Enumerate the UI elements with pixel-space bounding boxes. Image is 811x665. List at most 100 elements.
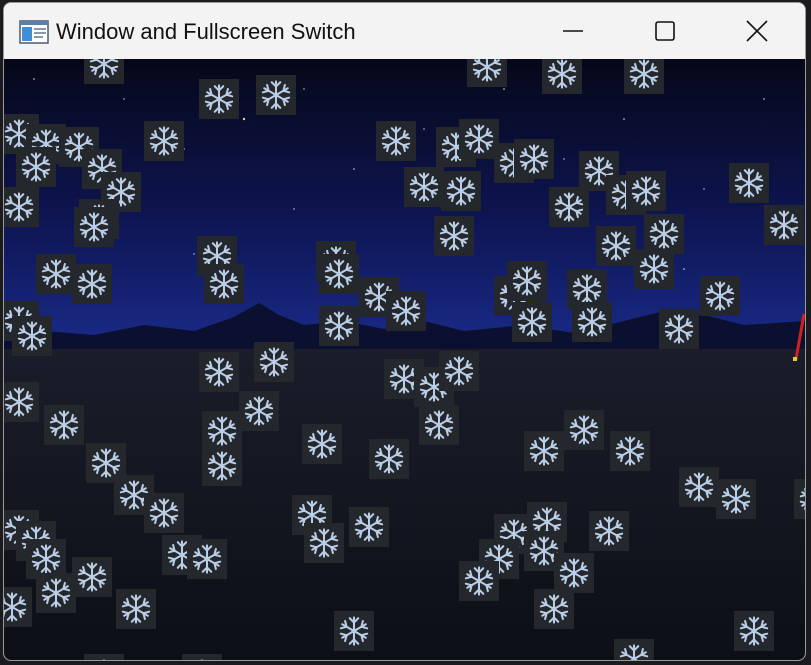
snowflake-icon: [529, 436, 559, 466]
snowflake-icon: [77, 269, 107, 299]
snowflake-sprite: [459, 119, 499, 159]
snowflake-sprite: [44, 405, 84, 445]
snowflake-icon: [121, 594, 151, 624]
snowflake-icon: [639, 254, 669, 284]
snowflake-sprite: [434, 216, 474, 256]
snowflake-icon: [615, 436, 645, 466]
snowflake-icon: [149, 126, 179, 156]
snowflake-sprite: [610, 431, 650, 471]
snowflake-sprite: [386, 291, 426, 331]
snowflake-sprite: [589, 511, 629, 551]
snowflake-sprite: [554, 553, 594, 593]
snowflake-sprite: [74, 207, 114, 247]
snowflake-icon: [631, 176, 661, 206]
snowflake-sprite: [239, 391, 279, 431]
snowflake-sprite: [614, 639, 654, 660]
snowflake-sprite: [644, 214, 684, 254]
snowflake-sprite: [564, 410, 604, 450]
snowflake-sprite: [202, 411, 242, 451]
snowflake-icon: [204, 357, 234, 387]
snowflake-icon: [554, 192, 584, 222]
snowflake-sprite: [254, 342, 294, 382]
snowflake-layer: [4, 59, 805, 660]
snowflake-sprite: [84, 59, 124, 84]
snowflake-icon: [41, 259, 71, 289]
snowflake-icon: [799, 487, 805, 511]
snowflake-icon: [572, 274, 602, 304]
snowflake-icon: [705, 281, 735, 311]
maximize-button[interactable]: [619, 3, 711, 59]
snowflake-sprite: [36, 254, 76, 294]
snowflake-sprite: [334, 611, 374, 651]
snowflake-sprite: [72, 557, 112, 597]
snowflake-sprite: [72, 264, 112, 304]
snowflake-sprite: [202, 446, 242, 486]
snowflake-sprite: [467, 59, 507, 87]
close-button[interactable]: [711, 3, 803, 59]
snowflake-icon: [472, 59, 502, 82]
snowflake-icon: [629, 59, 659, 89]
snowflake-sprite: [182, 654, 222, 660]
snowflake-sprite: [116, 589, 156, 629]
snowflake-icon: [444, 356, 474, 386]
snowflake-icon: [721, 484, 751, 514]
snowflake-icon: [4, 192, 34, 222]
snowflake-icon: [409, 172, 439, 202]
snowflake-sprite: [12, 316, 52, 356]
snowflake-sprite: [734, 611, 774, 651]
snowflake-sprite: [404, 167, 444, 207]
window-title: Window and Fullscreen Switch: [56, 19, 356, 44]
snowflake-icon: [539, 594, 569, 624]
snowflake-sprite: [199, 352, 239, 392]
close-icon: [746, 20, 768, 42]
snowflake-sprite: [716, 479, 756, 519]
snowflake-sprite: [187, 539, 227, 579]
snowflake-icon: [201, 659, 203, 660]
snowflake-icon: [601, 231, 631, 261]
snowflake-icon: [594, 516, 624, 546]
game-viewport[interactable]: [4, 59, 805, 660]
app-window-icon: [19, 20, 49, 44]
title-bar[interactable]: Window and Fullscreen Switch: [4, 3, 805, 59]
snowflake-sprite: [596, 226, 636, 266]
snowflake-icon: [17, 321, 47, 351]
snowflake-icon: [244, 396, 274, 426]
snowflake-icon: [41, 578, 71, 608]
snowflake-sprite: [144, 493, 184, 533]
snowflake-icon: [49, 410, 79, 440]
snowflake-sprite: [16, 147, 56, 187]
snowflake-sprite: [507, 261, 547, 301]
snowflake-icon: [261, 80, 291, 110]
snowflake-sprite: [376, 121, 416, 161]
snowflake-icon: [307, 429, 337, 459]
snowflake-icon: [559, 558, 589, 588]
snowflake-icon: [89, 59, 119, 79]
snowflake-sprite: [4, 587, 32, 627]
snowflake-sprite: [542, 59, 582, 94]
snowflake-sprite: [349, 507, 389, 547]
snowflake-icon: [381, 126, 411, 156]
snowflake-icon: [439, 221, 469, 251]
snowflake-sprite: [764, 205, 804, 245]
snowflake-icon: [31, 544, 61, 574]
snowflake-icon: [769, 210, 799, 240]
snowflake-icon: [324, 311, 354, 341]
snowflake-icon: [547, 59, 577, 89]
snowflake-sprite: [624, 59, 664, 94]
snowflake-sprite: [204, 264, 244, 304]
snowflake-icon: [204, 84, 234, 114]
snowflake-sprite: [514, 139, 554, 179]
snowflake-icon: [374, 444, 404, 474]
snowflake-sprite: [304, 523, 344, 563]
snowflake-sprite: [679, 467, 719, 507]
app-window: Window and Fullscreen Switch: [3, 2, 806, 661]
snowflake-icon: [103, 659, 105, 660]
snowflake-icon: [207, 451, 237, 481]
snowflake-sprite: [794, 479, 805, 519]
snowflake-icon: [339, 616, 369, 646]
snowflake-sprite: [199, 79, 239, 119]
minimize-button[interactable]: [527, 3, 619, 59]
snowflake-sprite: [524, 431, 564, 471]
snowflake-icon: [4, 387, 34, 417]
snowflake-sprite: [419, 405, 459, 445]
